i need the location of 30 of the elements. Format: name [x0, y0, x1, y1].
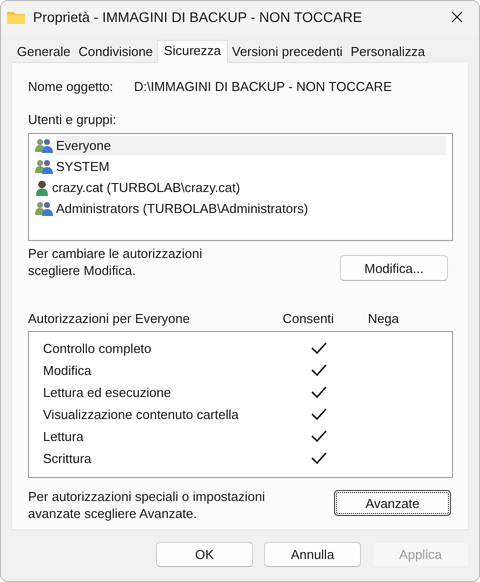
permission-name: Controllo completo: [43, 340, 152, 356]
permission-name: Modifica: [43, 362, 92, 378]
close-icon: [451, 11, 463, 23]
object-name: D:\IMMAGINI DI BACKUP - NON TOCCARE: [134, 79, 392, 94]
users-icon: [35, 138, 53, 153]
cancel-button[interactable]: Annulla: [264, 542, 361, 567]
column-header: Nega: [368, 311, 400, 326]
edit-button[interactable]: Modifica...: [340, 255, 448, 281]
column-header: Consenti: [282, 311, 335, 326]
label: Utenti e gruppi:: [28, 112, 118, 127]
tab[interactable]: Sicurezza: [156, 40, 228, 63]
window-title: Proprietà - IMMAGINI DI BACKUP - NON TOCCARE: [33, 9, 364, 25]
permission-name: Scrittura: [43, 450, 92, 466]
users-icon: [35, 159, 53, 174]
advanced-button[interactable]: Avanzate: [334, 490, 451, 516]
users-icon: [35, 201, 53, 216]
permission-name: Lettura ed esecuzione: [43, 384, 172, 400]
folder-icon: [7, 10, 25, 24]
hint-text: Per cambiare le autorizzazioni scegliere Modifica.: [28, 245, 204, 279]
label: Autorizzazioni per Everyone: [28, 311, 191, 326]
ok-button[interactable]: OK: [156, 542, 253, 567]
list-item[interactable]: SYSTEM: [35, 156, 446, 177]
list-item[interactable]: Administrators (TURBOLAB\Administrators): [35, 198, 446, 219]
user-icon: [35, 180, 49, 196]
hint-text: Per autorizzazioni speciali o impostazioni avanzate scegliere Avanzate.: [28, 488, 266, 522]
permission-name: Visualizzazione contenuto cartella: [43, 406, 240, 422]
label: Nome oggetto:: [28, 79, 114, 94]
list-item[interactable]: crazy.cat (TURBOLAB\crazy.cat): [35, 177, 446, 198]
users-list[interactable]: Everyone SYSTEM crazy.cat (TURBOLAB\crazy.cat) Administrators (TURBOLAB\Administrators): [28, 133, 453, 241]
permission-name: Lettura: [43, 428, 84, 444]
